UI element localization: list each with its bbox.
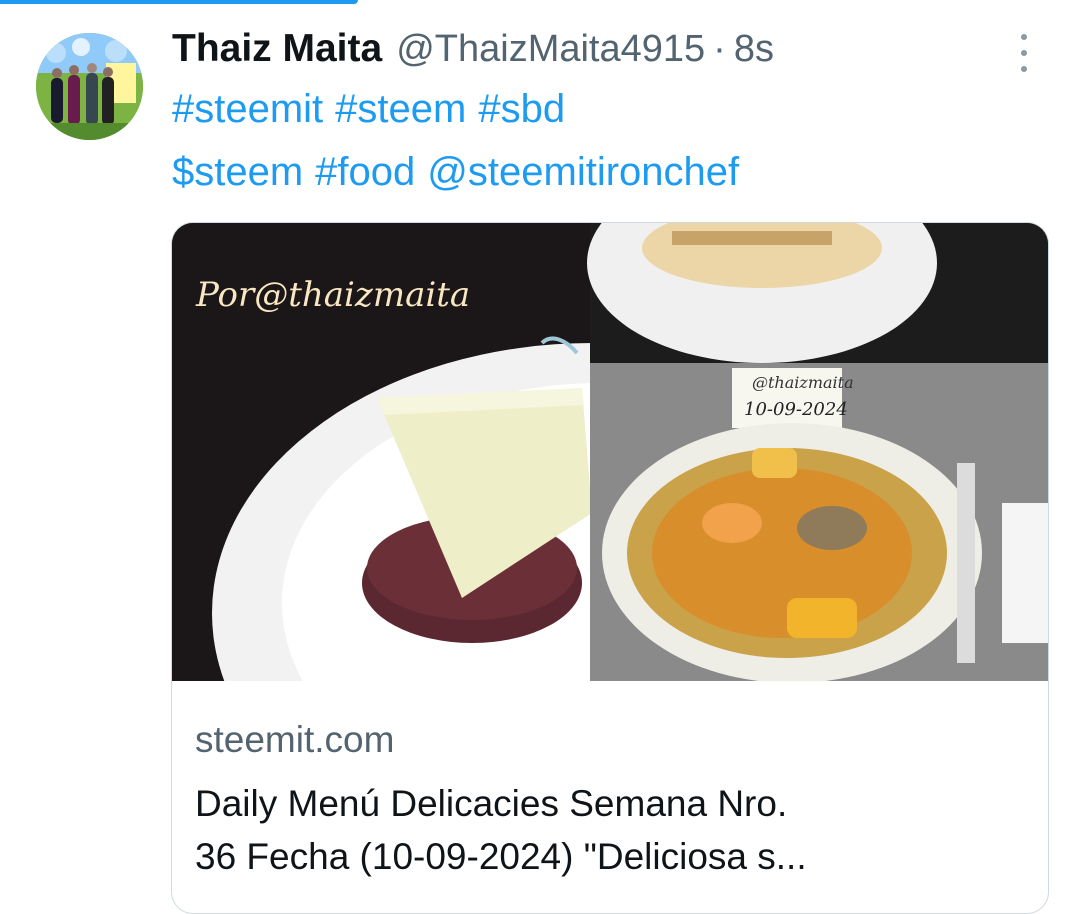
author-name[interactable]: Thaiz Maita [172,27,382,71]
link-preview-image: Por@thaizmaita @thaizmaita 10-09-2024 [172,223,1048,681]
image-caption: Por@thaizmaita [196,275,471,315]
link-domain: steemit.com [195,719,395,760]
cashtag-link[interactable]: $steem [172,150,303,194]
link-preview-card[interactable]: Por@thaizmaita @thaizmaita 10-09-2024 st… [171,222,1049,914]
top-accent-bar [0,0,358,4]
tweet-tags-line-2: $steem #food @steemitironchef [172,150,751,195]
avatar[interactable] [36,33,143,140]
hashtag-link[interactable]: #food [315,150,415,194]
more-vertical-icon[interactable] [1006,34,1042,72]
link-title-line-1: Daily Menú Delicacies Semana Nro. [195,783,788,824]
link-title-line-2: 36 Fecha (10-09-2024) "Deliciosa s... [195,836,807,877]
avatar-photo [36,33,143,140]
hashtag-link[interactable]: #steem [335,87,466,131]
image-note-line-2: 10-09-2024 [744,399,848,420]
author-handle[interactable]: @ThaizMaita4915 [396,28,705,71]
hashtag-link[interactable]: #steemit [172,87,323,131]
tweet-timestamp[interactable]: 8s [734,28,774,71]
hashtag-link[interactable]: #sbd [478,87,565,131]
tweet-tags-line-1: #steemit #steem #sbd [172,87,577,132]
tweet-header: Thaiz Maita @ThaizMaita4915 · 8s [172,24,774,74]
mention-link[interactable]: @steemitironchef [427,150,739,194]
header-separator: · [713,27,726,70]
link-title: Daily Menú Delicacies Semana Nro. 36 Fec… [195,777,1025,883]
image-note-line-1: @thaizmaita [752,373,854,392]
